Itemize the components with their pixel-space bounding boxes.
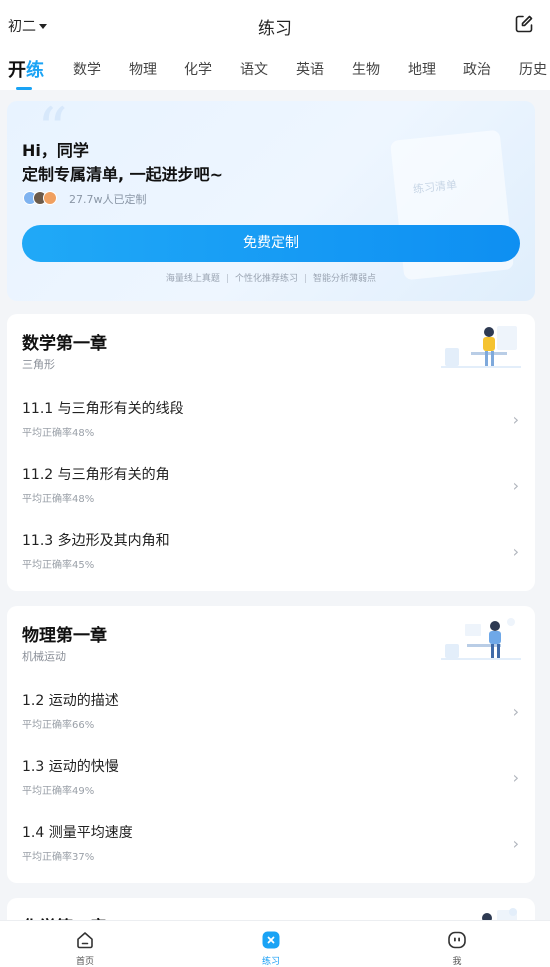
profile-icon [448,931,466,949]
feature-item: 海量线上真题 [165,274,220,284]
tab-geography[interactable]: 地理 [408,59,436,79]
home-icon [77,932,93,949]
slogan: 定制专属清单, 一起进步吧~ [22,165,224,184]
feature-list: 海量线上真题 | 个性化推荐练习 | 智能分析薄弱点 [7,271,535,284]
nav-practice[interactable]: 练习 [221,921,321,967]
section-row[interactable]: 1.3 运动的快慢 平均正确率49% › [7,748,535,814]
chevron-right-icon: › [512,410,519,429]
free-customize-button[interactable]: 免费定制 [22,225,520,262]
section-row[interactable]: 11.1 与三角形有关的线段 平均正确率48% › [7,390,535,456]
active-tab-indicator [16,87,32,90]
section-accuracy: 平均正确率45% [22,560,95,571]
chevron-right-icon: › [512,768,519,787]
chapter-card-physics: 物理第一章 机械运动 1.2 运动的描述 平均正确率66% › 1.3 运动的快… [7,606,535,883]
section-title: 11.1 与三角形有关的线段 [22,401,184,417]
chevron-right-icon: › [512,476,519,495]
chevron-right-icon: › [512,702,519,721]
edit-icon[interactable] [514,14,534,34]
nav-label: 我 [452,957,462,967]
section-accuracy: 平均正确率49% [22,786,95,797]
practice-icon [262,931,280,949]
nav-label: 首页 [75,957,94,967]
logo-part-2: 练 [26,60,44,81]
section-accuracy: 平均正确率48% [22,494,95,505]
tab-logo-all[interactable]: 开练 [8,56,44,90]
chevron-right-icon: › [512,834,519,853]
nav-home[interactable]: 首页 [35,921,135,967]
avatar [43,191,57,205]
chapter-title: 物理第一章 [22,626,107,646]
tab-history[interactable]: 历史 [519,59,547,79]
section-accuracy: 平均正确率48% [22,428,95,439]
section-row[interactable]: 1.4 测量平均速度 平均正确率37% › [7,814,535,880]
student-desk-illustration [441,618,521,660]
chapter-subtitle: 机械运动 [22,650,66,663]
customized-count: 27.7w人已定制 [69,193,147,206]
greeting: Hi，同学 [22,141,89,160]
separator: | [225,274,229,284]
tab-chemistry[interactable]: 化学 [184,59,212,79]
tab-math[interactable]: 数学 [73,59,101,79]
chevron-right-icon: › [512,542,519,561]
feature-item: 个性化推荐练习 [234,274,298,284]
tab-physics[interactable]: 物理 [129,59,157,79]
section-title: 11.3 多边形及其内角和 [22,533,170,549]
section-row[interactable]: 1.2 运动的描述 平均正确率66% › [7,682,535,748]
section-accuracy: 平均正确率66% [22,720,95,731]
chapter-card-math: 数学第一章 三角形 11.1 与三角形有关的线段 平均正确率48% › 11.2… [7,314,535,591]
paper-tag: 练习清单 [412,178,458,196]
section-title: 11.2 与三角形有关的角 [22,467,170,483]
user-avatars [23,191,57,205]
custom-list-banner: “ 练习清单 Hi，同学 定制专属清单, 一起进步吧~ 27.7w人已定制 免费… [7,101,535,301]
subject-tabs: 开练 数学 物理 化学 语文 英语 生物 地理 政治 历史 [0,50,550,90]
nav-profile[interactable]: 我 [407,921,507,967]
logo-part-1: 开 [8,60,26,81]
tab-english[interactable]: 英语 [296,59,324,79]
chapter-title: 数学第一章 [22,334,107,354]
section-row[interactable]: 11.2 与三角形有关的角 平均正确率48% › [7,456,535,522]
tab-biology[interactable]: 生物 [352,59,380,79]
section-title: 1.2 运动的描述 [22,693,119,709]
section-row[interactable]: 11.3 多边形及其内角和 平均正确率45% › [7,522,535,588]
tab-chinese[interactable]: 语文 [240,59,268,79]
student-study-illustration [441,326,521,368]
section-accuracy: 平均正确率37% [22,852,95,863]
chapter-subtitle: 三角形 [22,358,55,371]
bottom-navigation: 首页 练习 我 [0,920,550,967]
nav-label: 练习 [261,957,280,967]
section-title: 1.3 运动的快慢 [22,759,119,775]
page-title: 练习 [258,19,292,39]
feature-item: 智能分析薄弱点 [313,274,377,284]
tab-politics[interactable]: 政治 [463,59,491,79]
top-bar: 初二 练习 [0,0,550,50]
section-title: 1.4 测量平均速度 [22,825,133,841]
separator: | [304,274,308,284]
